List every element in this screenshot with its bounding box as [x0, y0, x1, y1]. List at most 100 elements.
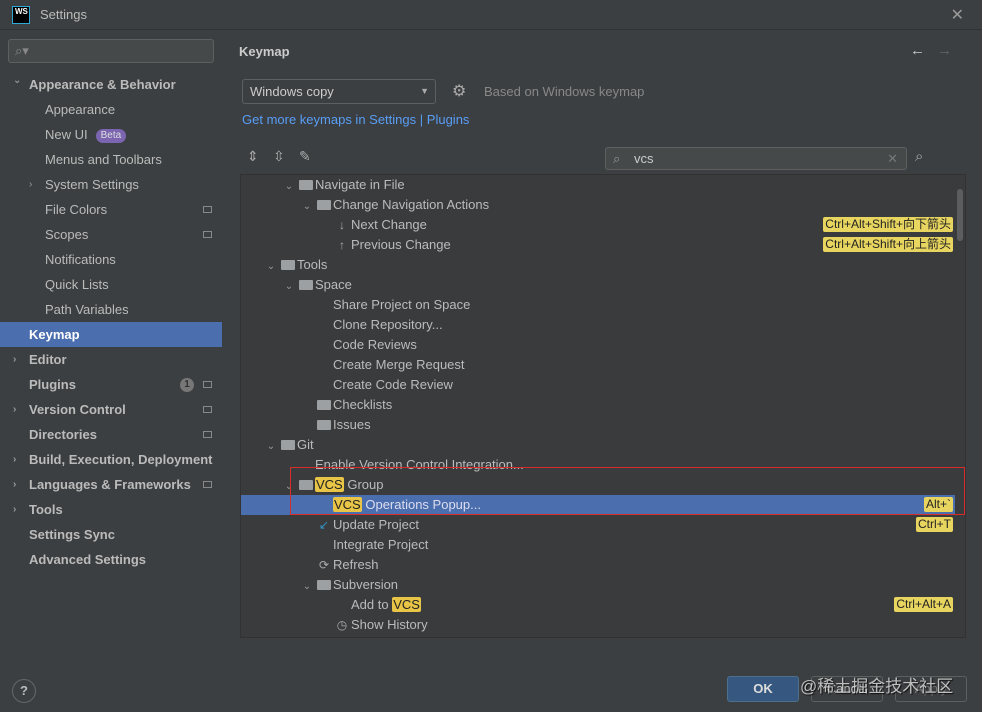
tree-row[interactable]: ↙ Update Project Ctrl+T	[241, 515, 955, 535]
close-icon[interactable]: ✕	[951, 5, 964, 25]
sidebar-item-label: Appearance	[45, 102, 116, 117]
keymap-tree: ⌄ Navigate in File ⌄ Change Navigation Acti…	[240, 174, 966, 638]
action-label: Navigate in File	[315, 177, 405, 192]
chevron-right-icon[interactable]: ›	[13, 347, 16, 372]
apply-button[interactable]: Apply	[895, 676, 967, 702]
tree-row[interactable]: Create Merge Request	[241, 355, 955, 375]
edit-pencil-icon[interactable]: ✎	[299, 148, 311, 165]
sidebar-item-label: New UI	[45, 127, 88, 142]
sidebar-item[interactable]: File Colors	[0, 197, 222, 222]
search-match-highlight: VCS	[392, 597, 421, 612]
plugins-link[interactable]: Plugins	[427, 112, 470, 127]
sidebar-item[interactable]: Plugins 1	[0, 372, 222, 397]
keymap-panel: Keymap ←→ Windows copy ▼ ⚙ Based on Windo…	[222, 30, 982, 662]
find-by-shortcut-icon[interactable]: ⌕	[915, 148, 923, 165]
sidebar-item[interactable]: Appearance	[0, 97, 222, 122]
tree-row[interactable]: ↑ Previous Change Ctrl+Alt+Shift+向上箭头	[241, 235, 955, 255]
tree-row[interactable]: ↓ Next Change Ctrl+Alt+Shift+向下箭头	[241, 215, 955, 235]
tree-row[interactable]: Clone Repository...	[241, 315, 955, 335]
sidebar-item[interactable]: › System Settings	[0, 172, 222, 197]
tree-row[interactable]: ⌄ Tools	[241, 255, 955, 275]
collapse-all-icon[interactable]: ⇳	[273, 148, 285, 165]
sidebar-item[interactable]: Keymap	[0, 322, 222, 347]
keymap-select-value: Windows copy	[250, 84, 334, 99]
folder-shape	[317, 420, 331, 430]
chevron-down-icon[interactable]: ⌄	[281, 477, 297, 497]
sidebar-item-label: Scopes	[45, 227, 89, 242]
sidebar-item[interactable]: Directories	[0, 422, 222, 447]
tree-row[interactable]: ⌄ Space	[241, 275, 955, 295]
settings-link[interactable]: Get more keymaps in Settings	[242, 112, 416, 127]
tree-row[interactable]: Issues	[241, 415, 955, 435]
tree-row[interactable]: Add to VCS Ctrl+Alt+A	[241, 595, 955, 615]
sidebar-item[interactable]: Settings Sync	[0, 522, 222, 547]
sidebar-item[interactable]: › Editor	[0, 347, 222, 372]
chevron-right-icon[interactable]: ›	[29, 172, 32, 197]
sidebar-item[interactable]: › Tools	[0, 497, 222, 522]
sidebar-item[interactable]: Path Variables	[0, 297, 222, 322]
chevron-down-icon[interactable]: ⌄	[281, 277, 297, 297]
folder-shape	[299, 480, 313, 490]
shortcut-badge: Ctrl+T	[916, 517, 953, 532]
tree-row[interactable]: ⌄ Git	[241, 435, 955, 455]
chevron-down-icon[interactable]: ⌄	[299, 197, 315, 217]
keymap-select[interactable]: Windows copy ▼	[242, 79, 436, 104]
sidebar-item[interactable]: Notifications	[0, 247, 222, 272]
dialog-footer: ? OK Cancel Apply @稀土掘金技术社区	[0, 662, 982, 712]
clear-icon[interactable]: ✕	[887, 148, 898, 169]
shortcut-badge: Ctrl+Alt+Shift+向上箭头	[823, 237, 953, 252]
page-title: Keymap	[239, 44, 290, 59]
sidebar-item-label: Appearance & Behavior	[29, 77, 176, 92]
sidebar-item[interactable]: › Build, Execution, Deployment	[0, 447, 222, 472]
tree-row[interactable]: ⌄ Navigate in File	[241, 175, 955, 195]
action-search-input[interactable]: ⌕ vcs ✕	[605, 147, 907, 170]
tree-row[interactable]: ◷ Show History	[241, 615, 955, 635]
sidebar-item[interactable]: Menus and Toolbars	[0, 147, 222, 172]
sidebar-item[interactable]: › Version Control	[0, 397, 222, 422]
action-label: Space	[315, 277, 352, 292]
ok-button[interactable]: OK	[727, 676, 799, 702]
search-match-highlight: VCS	[333, 497, 362, 512]
expand-all-icon[interactable]: ⇕	[247, 148, 259, 165]
sidebar-item[interactable]: › Languages & Frameworks	[0, 472, 222, 497]
sidebar-item-label: Plugins	[29, 377, 76, 392]
sidebar-item[interactable]: ⌄ Appearance & Behavior	[0, 72, 222, 97]
tree-row[interactable]: Enable Version Control Integration...	[241, 455, 955, 475]
window-title: Settings	[40, 7, 87, 22]
help-button[interactable]: ?	[12, 679, 36, 703]
tree-row[interactable]: Code Reviews	[241, 335, 955, 355]
tree-row[interactable]: Integrate Project	[241, 535, 955, 555]
sidebar-item[interactable]: Quick Lists	[0, 272, 222, 297]
chevron-right-icon[interactable]: ›	[13, 497, 16, 522]
sidebar-item[interactable]: Scopes	[0, 222, 222, 247]
forward-arrow-icon[interactable]: →	[937, 42, 964, 59]
tree-row[interactable]: Share Project on Space	[241, 295, 955, 315]
folder-icon	[315, 575, 333, 595]
tree-row[interactable]: ⌄ Change Navigation Actions	[241, 195, 955, 215]
chevron-right-icon[interactable]: ›	[13, 447, 16, 472]
chevron-down-icon[interactable]: ⌄	[263, 257, 279, 277]
tree-scrollbar[interactable]	[957, 189, 963, 241]
folder-shape	[317, 200, 331, 210]
chevron-right-icon[interactable]: ›	[13, 397, 16, 422]
sidebar-search-input[interactable]: ⌕▾	[8, 39, 214, 63]
tree-row[interactable]: Checklists	[241, 395, 955, 415]
chevron-down-icon[interactable]: ⌄	[281, 177, 297, 197]
sidebar-item[interactable]: New UI Beta	[0, 122, 222, 147]
sidebar-item[interactable]: Advanced Settings	[0, 547, 222, 572]
action-label: Clone Repository...	[333, 317, 443, 332]
chevron-down-icon[interactable]: ⌄	[13, 68, 21, 93]
cancel-button[interactable]: Cancel	[811, 676, 883, 702]
beta-badge: Beta	[95, 129, 127, 143]
tree-row[interactable]: ⌄ VCS Group	[241, 475, 955, 495]
back-arrow-icon[interactable]: ←	[910, 42, 937, 59]
chevron-down-icon[interactable]: ⌄	[263, 437, 279, 457]
chevron-down-icon[interactable]: ⌄	[299, 577, 315, 597]
tree-row[interactable]: VCS Operations Popup... Alt+`	[241, 495, 955, 515]
chevron-right-icon[interactable]: ›	[13, 472, 16, 497]
tree-row[interactable]: ⌄ Subversion	[241, 575, 955, 595]
tree-row[interactable]: ⟳ Refresh	[241, 555, 955, 575]
nav-arrows: ←→	[910, 42, 964, 59]
tree-row[interactable]: Create Code Review	[241, 375, 955, 395]
gear-icon[interactable]: ⚙	[452, 81, 466, 101]
